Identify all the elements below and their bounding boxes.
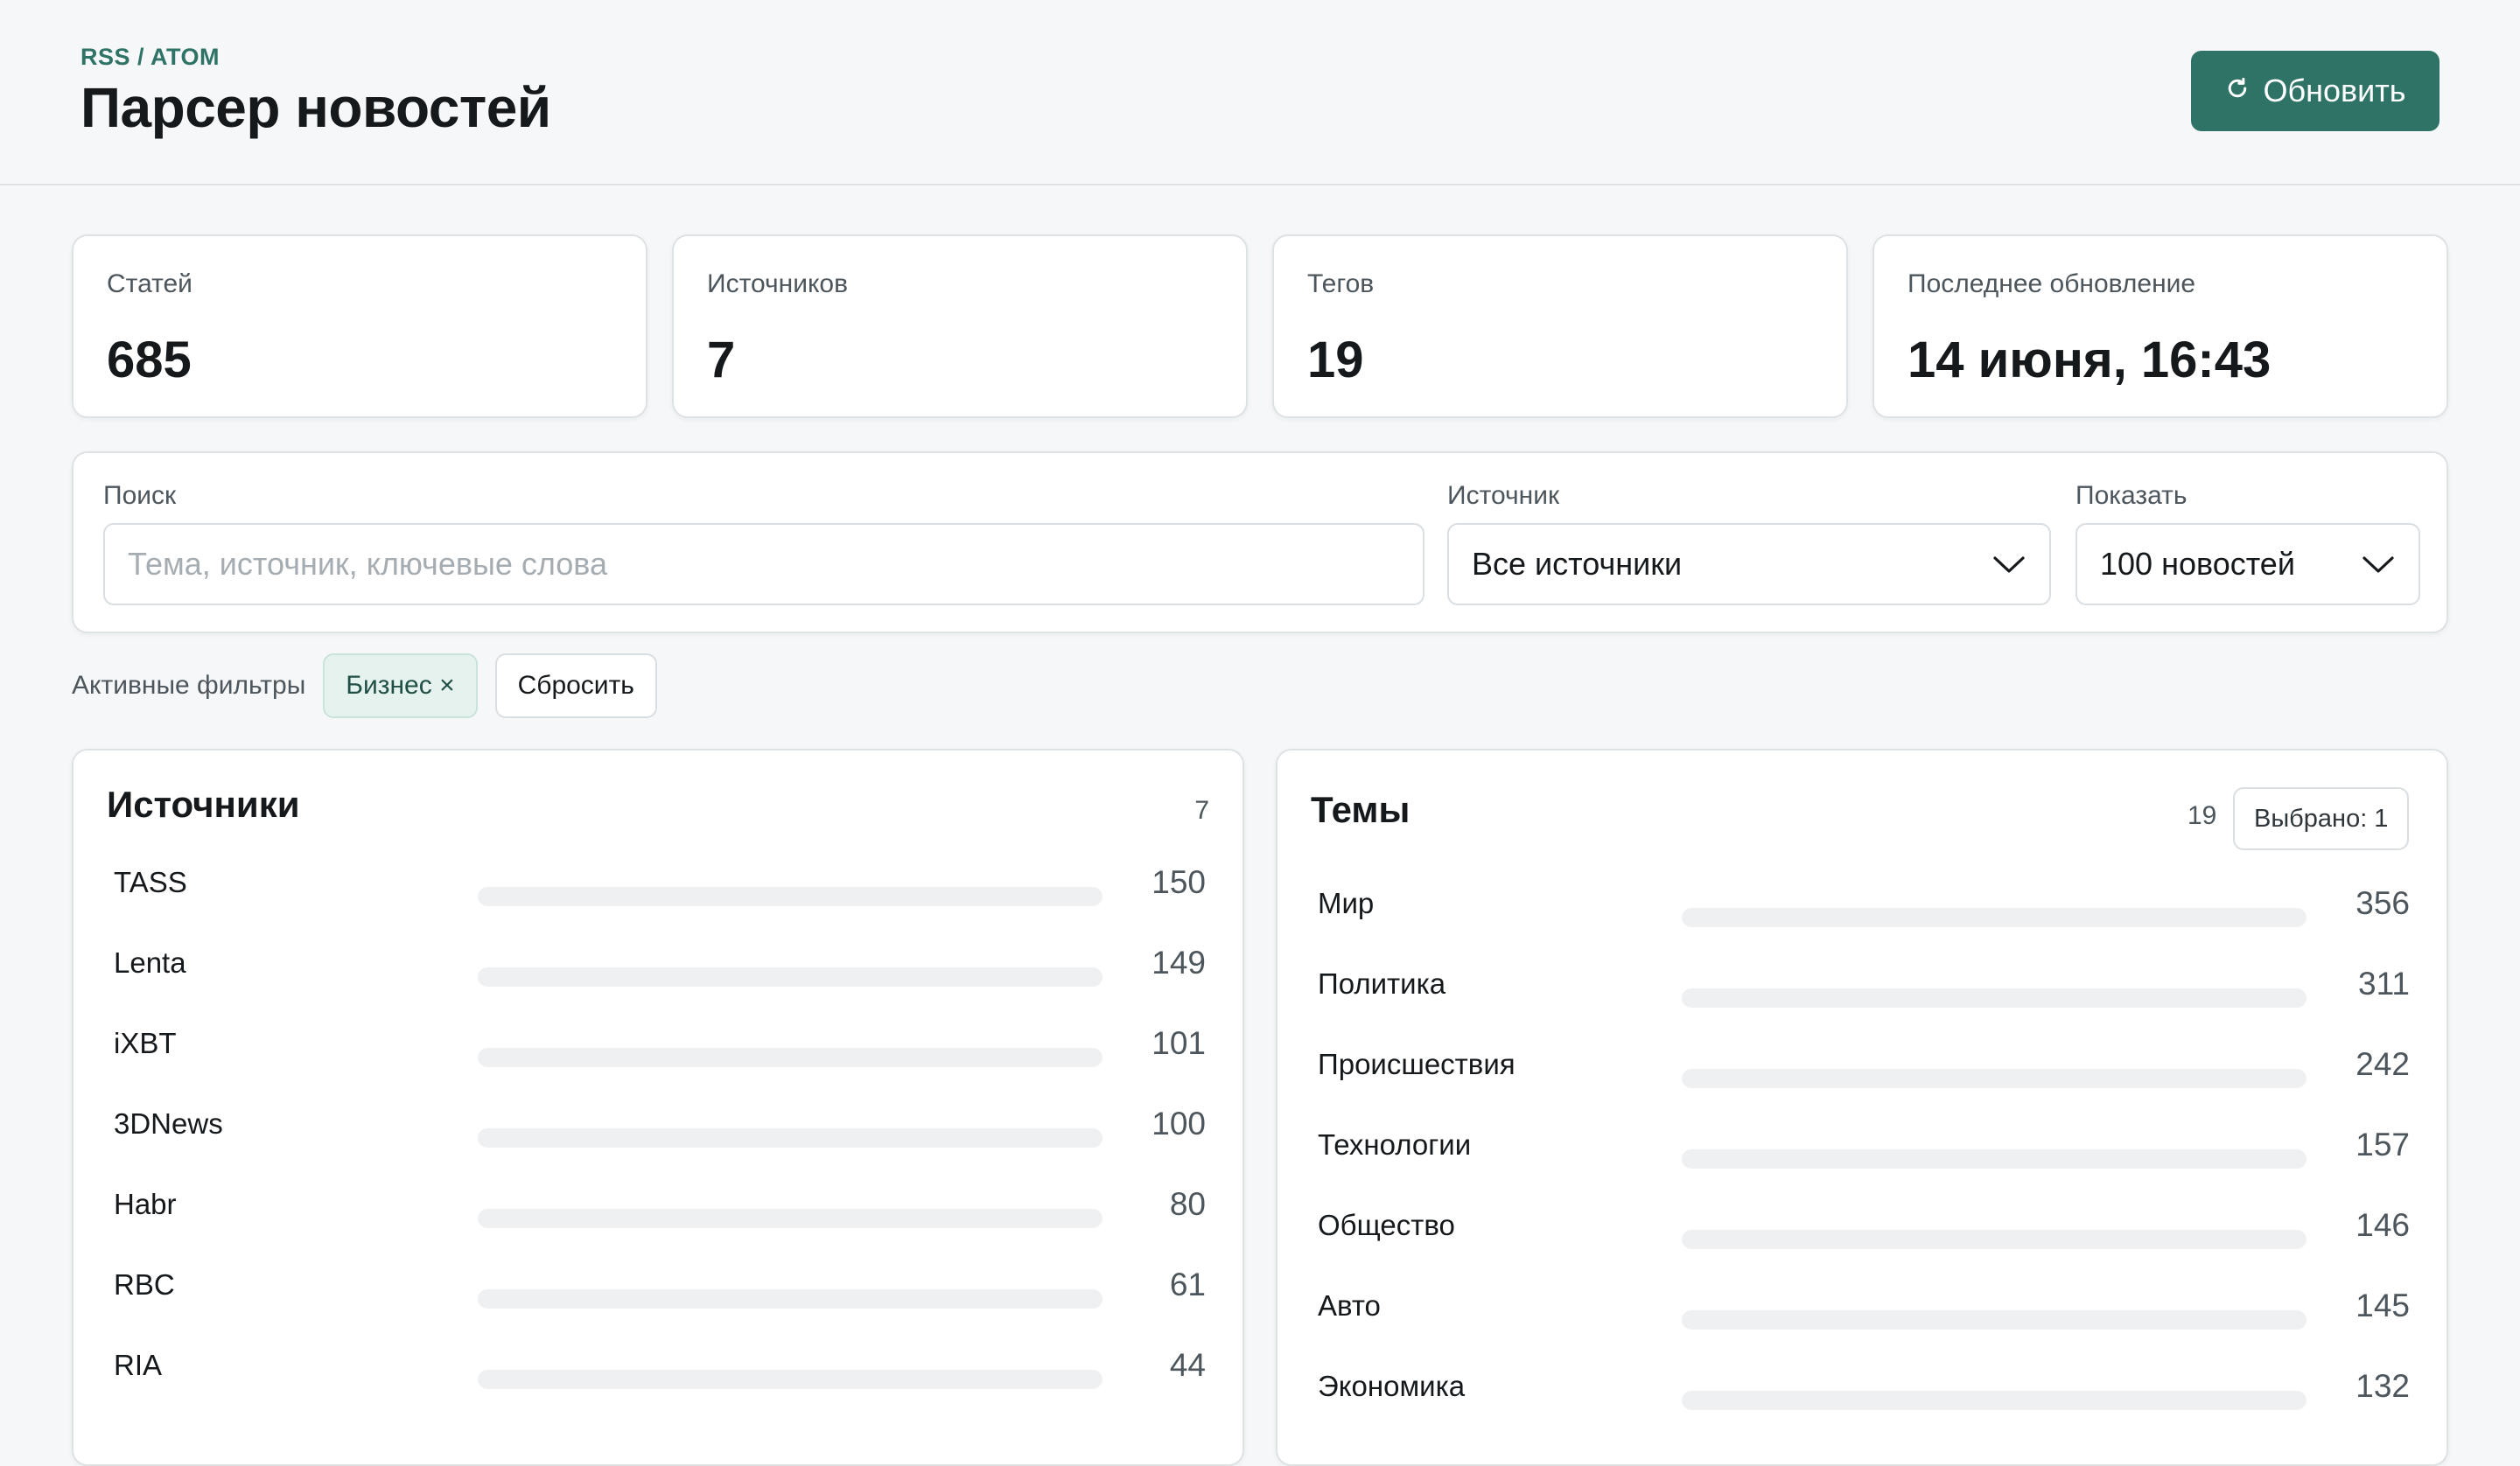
topic-name: Мир	[1318, 887, 1375, 919]
source-select-value: Все источники	[1472, 546, 1683, 582]
source-name: 3DNews	[114, 1107, 223, 1140]
reset-filters-button[interactable]: Сбросить	[494, 653, 657, 718]
show-count-select[interactable]: 100 новостей	[2076, 523, 2420, 605]
topic-bar	[1682, 1149, 2306, 1169]
source-row[interactable]: 3DNews 100	[74, 1090, 1242, 1170]
source-name: iXBT	[114, 1027, 177, 1059]
source-bar	[478, 1209, 1102, 1228]
source-bar	[478, 1128, 1102, 1148]
source-name: RBC	[114, 1268, 175, 1301]
topic-bar	[1682, 1391, 2306, 1410]
topic-row[interactable]: Мир 356	[1278, 869, 2446, 950]
source-row[interactable]: iXBT 101	[74, 1009, 1242, 1090]
source-count: 101	[1152, 1025, 1206, 1061]
source-row[interactable]: Lenta 149	[74, 929, 1242, 1009]
page-title: Парсер новостей	[80, 76, 551, 139]
source-name: RIA	[114, 1349, 163, 1381]
topics-panel-title: Темы	[1311, 789, 1410, 830]
topics-panel: Темы 19 Выбрано: 1 Мир 356 Политика 311 …	[1276, 749, 2448, 1466]
source-count: 61	[1169, 1267, 1206, 1302]
search-input[interactable]: Тема, источник, ключевые слова	[103, 523, 1424, 605]
search-placeholder: Тема, источник, ключевые слова	[128, 546, 608, 582]
stat-value: 19	[1307, 332, 1364, 388]
topic-row[interactable]: Политика 311	[1278, 950, 2446, 1030]
selected-topics-badge[interactable]: Выбрано: 1	[2233, 787, 2410, 850]
topic-bar	[1682, 988, 2306, 1008]
source-count: 80	[1169, 1186, 1206, 1222]
source-name: TASS	[114, 866, 187, 898]
source-bar	[478, 1048, 1102, 1067]
topic-row[interactable]: Общество 146	[1278, 1191, 2446, 1272]
stat-card-articles: Статей 685	[72, 234, 648, 418]
source-name: Habr	[114, 1188, 177, 1220]
source-row[interactable]: RIA 44	[74, 1331, 1242, 1412]
stat-label: Источников	[707, 269, 849, 298]
topic-count: 356	[2356, 885, 2410, 921]
source-label: Источник	[1447, 481, 1560, 510]
show-label: Показать	[2076, 481, 2188, 510]
refresh-button[interactable]: Обновить	[2191, 51, 2440, 131]
source-count: 44	[1169, 1347, 1206, 1383]
chevron-down-icon	[2361, 546, 2396, 583]
topic-name: Технологии	[1318, 1128, 1472, 1161]
topic-row[interactable]: Происшествия 242	[1278, 1030, 2446, 1111]
topic-bar	[1682, 1310, 2306, 1330]
source-row[interactable]: Habr 80	[74, 1170, 1242, 1251]
source-select[interactable]: Все источники	[1447, 523, 2051, 605]
topic-bar	[1682, 908, 2306, 927]
topic-name: Авто	[1318, 1289, 1381, 1322]
refresh-icon	[2224, 73, 2250, 109]
source-bar	[478, 1370, 1102, 1389]
sources-panel-title: Источники	[107, 784, 300, 825]
topic-row[interactable]: Технологии 157	[1278, 1111, 2446, 1191]
show-select-value: 100 новостей	[2100, 546, 2295, 582]
stat-value: 14 июня, 16:43	[1908, 332, 2272, 388]
page-kicker: RSS / ATOM	[80, 44, 220, 70]
topic-count: 145	[2356, 1288, 2410, 1323]
search-label: Поиск	[103, 481, 177, 510]
topic-count: 132	[2356, 1368, 2410, 1404]
topic-count: 311	[2358, 966, 2410, 1002]
topic-name: Происшествия	[1318, 1048, 1516, 1080]
refresh-button-label: Обновить	[2263, 73, 2406, 108]
active-filters-label: Активные фильтры	[72, 671, 306, 700]
source-bar	[478, 887, 1102, 906]
sources-count: 7	[1194, 796, 1209, 825]
stat-label: Последнее обновление	[1908, 269, 2196, 298]
stat-card-sources: Источников 7	[672, 234, 1248, 418]
topic-name: Экономика	[1318, 1370, 1466, 1402]
filters-panel: Поиск Тема, источник, ключевые слова Ист…	[72, 451, 2448, 633]
topic-name: Политика	[1318, 967, 1446, 1000]
chevron-down-icon	[1992, 546, 2026, 583]
sources-panel: Источники 7 TASS 150 Lenta 149 iXBT 101 …	[72, 749, 1244, 1466]
stat-value: 7	[707, 332, 736, 388]
active-filter-chip[interactable]: Бизнес ×	[323, 653, 478, 718]
topic-count: 242	[2356, 1046, 2410, 1082]
source-count: 150	[1152, 864, 1206, 900]
source-count: 100	[1152, 1106, 1206, 1141]
source-bar	[478, 967, 1102, 987]
topic-count: 146	[2356, 1207, 2410, 1243]
topic-bar	[1682, 1230, 2306, 1249]
source-row[interactable]: TASS 150	[74, 848, 1242, 929]
topic-count: 157	[2356, 1127, 2410, 1162]
stat-label: Тегов	[1307, 269, 1375, 298]
topic-row[interactable]: Авто 145	[1278, 1272, 2446, 1352]
stat-value: 685	[107, 332, 192, 388]
topic-name: Общество	[1318, 1209, 1455, 1241]
stat-label: Статей	[107, 269, 192, 298]
topics-count: 19	[2188, 801, 2217, 830]
topic-bar	[1682, 1069, 2306, 1088]
source-name: Lenta	[114, 946, 186, 979]
source-row[interactable]: RBC 61	[74, 1251, 1242, 1331]
stat-card-last-update: Последнее обновление 14 июня, 16:43	[1872, 234, 2448, 418]
active-filters: Активные фильтры Бизнес × Сбросить	[72, 653, 675, 719]
page-header: RSS / ATOM Парсер новостей Обновить	[0, 0, 2520, 185]
stat-card-tags: Тегов 19	[1272, 234, 1848, 418]
topic-row[interactable]: Экономика 132	[1278, 1352, 2446, 1433]
source-bar	[478, 1289, 1102, 1309]
source-count: 149	[1152, 945, 1206, 981]
